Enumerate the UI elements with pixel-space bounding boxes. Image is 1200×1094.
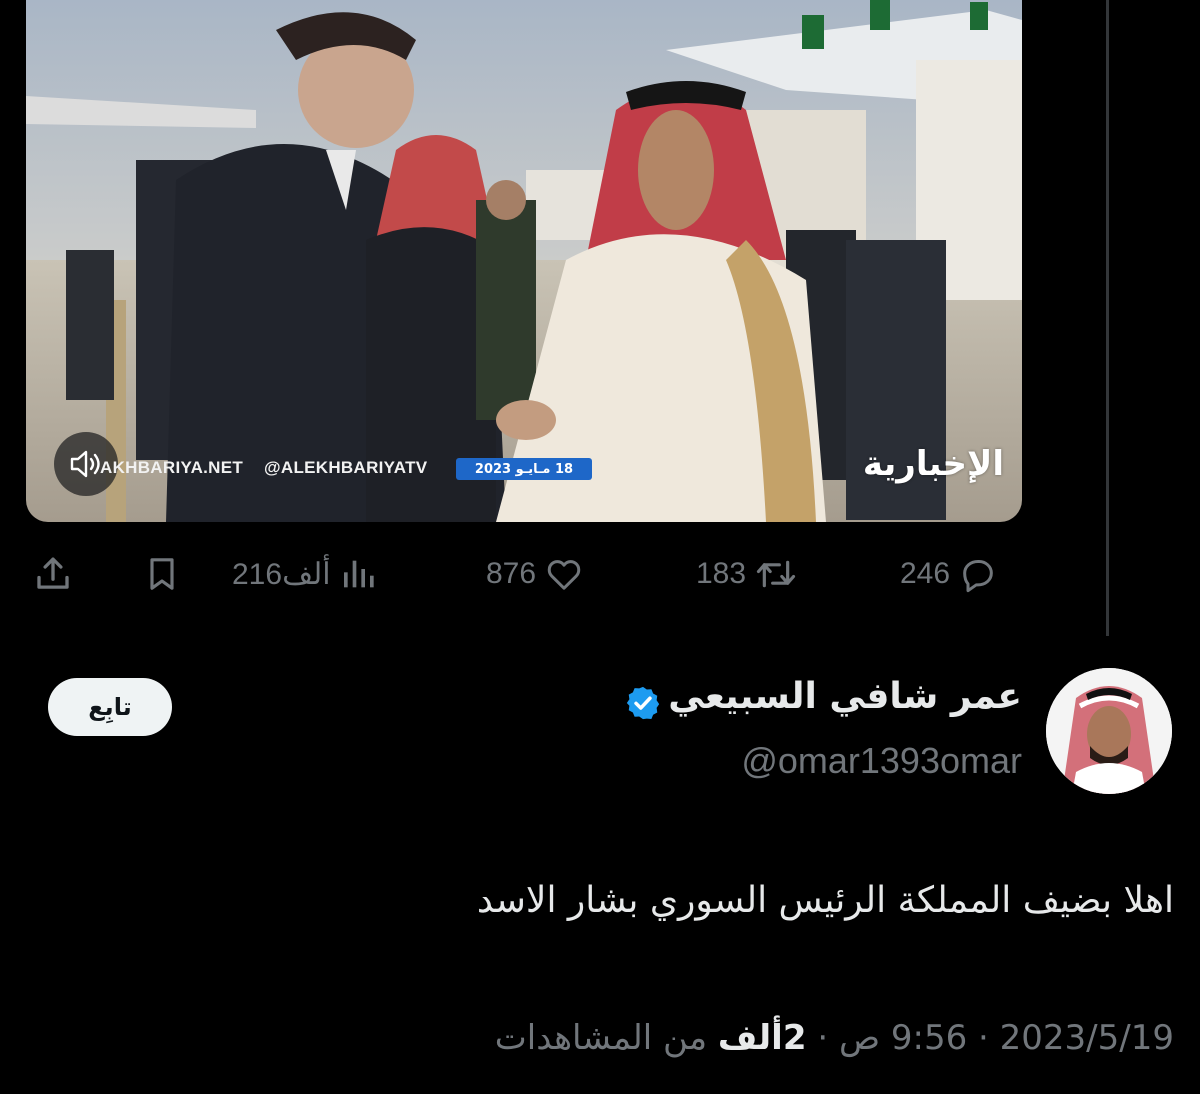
bookmark-icon xyxy=(150,558,174,590)
tweet-action-bar: 246 183 876 216ألف xyxy=(0,546,1200,602)
repost-button[interactable]: 183 xyxy=(696,546,798,602)
verified-badge-icon xyxy=(626,686,660,720)
like-button[interactable]: 876 xyxy=(486,546,584,602)
reply-count: 246 xyxy=(900,557,951,590)
tweet-meta: 2023/5/19 · 9:56 ص · 2ألف من المشاهدات xyxy=(495,1018,1174,1058)
ticker-site: AKHBARIYA.NET xyxy=(100,458,244,477)
views-button[interactable]: 216ألف xyxy=(232,546,379,602)
follow-button[interactable]: تابِع xyxy=(48,678,172,736)
heart-icon xyxy=(547,560,581,590)
analytics-icon xyxy=(343,560,374,588)
speaker-muted-icon xyxy=(70,450,100,478)
ticker-handle: @ALEKHBARIYATV xyxy=(264,458,428,477)
avatar-photo xyxy=(1046,668,1172,794)
views-label: من المشاهدات xyxy=(494,1018,708,1058)
video-player[interactable]: AKHBARIYA.NET @ALEKHBARIYATV 18 مـايـو 2… xyxy=(26,0,1022,522)
views-total: 2ألف xyxy=(717,1018,807,1058)
tweet-time[interactable]: 9:56 ص xyxy=(839,1018,967,1058)
views-count: 216ألف xyxy=(232,557,331,591)
reply-button[interactable]: 246 xyxy=(900,546,998,602)
like-count: 876 xyxy=(486,557,537,590)
tweet-text: اهلا بضيف المملكة الرئيس السوري بشار الا… xyxy=(476,880,1174,921)
reply-icon xyxy=(963,560,993,593)
thread-connector-line xyxy=(1106,0,1109,636)
tweet-date[interactable]: 2023/5/19 xyxy=(1000,1018,1174,1058)
share-button[interactable] xyxy=(32,546,74,602)
bookmark-button[interactable] xyxy=(142,546,182,602)
separator: · xyxy=(978,1018,989,1058)
repost-icon xyxy=(756,560,796,588)
share-icon xyxy=(37,557,69,589)
user-handle[interactable]: @omar1393omar xyxy=(741,740,1022,782)
separator: · xyxy=(817,1018,829,1058)
ticker-date: 18 مـايـو 2023 xyxy=(456,458,592,480)
display-name[interactable]: عمر شافي السبيعي xyxy=(668,676,1022,717)
avatar[interactable] xyxy=(1046,668,1172,794)
repost-count: 183 xyxy=(696,557,747,590)
channel-logo: الإخبارية xyxy=(862,444,1004,484)
